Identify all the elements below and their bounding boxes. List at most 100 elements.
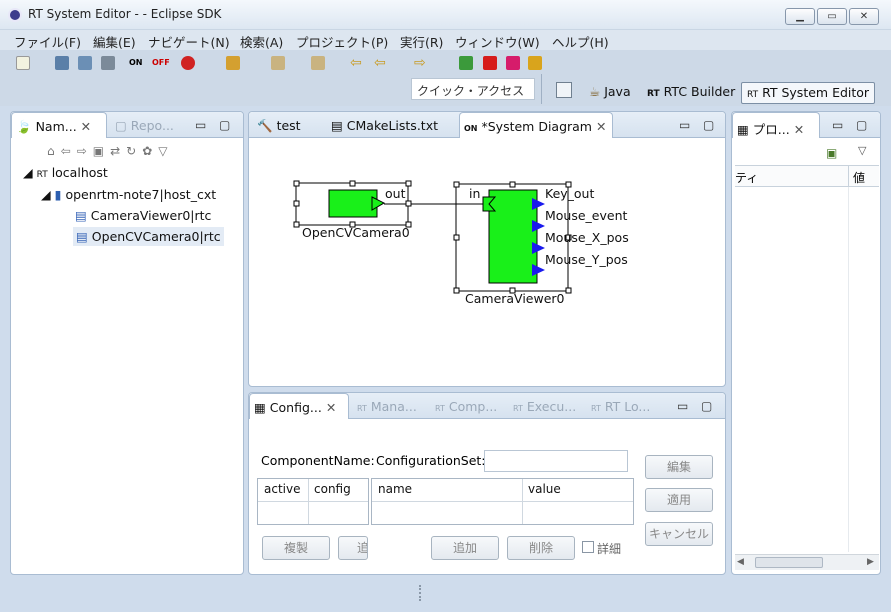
delete-button[interactable]: 削除 [507, 536, 575, 560]
leaf-tool-icon[interactable]: ✿ [142, 144, 158, 158]
stop-icon[interactable] [483, 56, 497, 70]
out-port-key[interactable] [532, 198, 545, 210]
configuration-set-input[interactable] [484, 450, 628, 472]
maximize-button[interactable]: ▭ [817, 8, 847, 25]
minimize-icon[interactable]: ▭ [677, 399, 688, 413]
tab-test[interactable]: 🔨 test [253, 112, 305, 138]
system-diagram-editor: 🔨 test ▤ CMakeLists.txt ON *System Diagr… [248, 111, 726, 387]
menu-run[interactable]: 実行(R) [400, 32, 443, 51]
maximize-icon[interactable]: ▢ [703, 118, 714, 132]
tab-system-diagram[interactable]: ON *System Diagram ✕ [459, 112, 613, 138]
tree-item-opencvcamera[interactable]: ▤ OpenCVCamera0|rtc [73, 227, 224, 246]
close-button[interactable]: ✕ [849, 8, 879, 25]
edit-button[interactable]: 編集 [645, 455, 713, 479]
table-icon: ▦ [254, 400, 266, 415]
tab-rt-log[interactable]: RT RT Lo... [587, 393, 654, 419]
prev-annotation-icon[interactable] [311, 56, 325, 70]
menu-window[interactable]: ウィンドウ(W) [455, 32, 540, 51]
tree-item-cameraviewer[interactable]: ▤ CameraViewer0|rtc [75, 208, 211, 223]
collapse-icon[interactable]: ▣ [93, 144, 110, 158]
quick-access-input[interactable]: クイック・アクセス [411, 78, 535, 100]
perspective-rtc-builder[interactable]: RT RTC Builder [642, 82, 740, 104]
build-icon[interactable] [459, 56, 473, 70]
menu-search[interactable]: 検索(A) [240, 32, 283, 51]
col-value: 値 [853, 171, 866, 185]
tab-component[interactable]: RT Comp... [431, 393, 501, 419]
scroll-thumb[interactable] [755, 557, 823, 568]
tab-name-service[interactable]: 🍃 Nam... ✕ [11, 112, 107, 138]
tree-root-localhost[interactable]: ◢ RT localhost [23, 165, 108, 180]
menu-edit[interactable]: 編集(E) [93, 32, 136, 51]
opencv-component[interactable] [328, 189, 378, 218]
back-icon[interactable]: ⇦ [350, 56, 364, 70]
perspective-java[interactable]: ☕ Java [584, 82, 636, 104]
diagram-canvas[interactable] [249, 138, 727, 386]
on-icon[interactable]: ON [129, 56, 143, 70]
tab-properties[interactable]: ▦ プロ... ✕ [732, 112, 820, 138]
back-history-icon[interactable]: ⇦ [374, 56, 388, 70]
pin-icon[interactable]: ▣ [826, 146, 837, 160]
view-menu-icon[interactable]: ▽ [158, 144, 173, 158]
detail-checkbox[interactable] [582, 541, 594, 553]
refresh-icon[interactable]: ↻ [126, 144, 142, 158]
minimize-icon[interactable]: ▭ [832, 118, 843, 132]
maximize-icon[interactable]: ▢ [219, 118, 230, 132]
cancel-button[interactable]: キャンセル [645, 522, 713, 546]
leaf-icon: 🍃 [16, 119, 32, 134]
settings-gear-icon[interactable] [528, 56, 542, 70]
next-annotation-icon[interactable] [271, 56, 285, 70]
out-port-mouse-event[interactable] [532, 220, 545, 232]
viewer-port-label-0: Key_out [545, 186, 595, 201]
scroll-right-icon[interactable]: ▶ [867, 557, 874, 567]
config-param-table[interactable]: name value [371, 478, 634, 525]
copy-button[interactable]: 複製 [262, 536, 330, 560]
menu-navigate[interactable]: ナビゲート(N) [148, 32, 230, 51]
minimize-icon[interactable]: ▭ [679, 118, 690, 132]
add-left-button[interactable]: 追 [338, 536, 368, 560]
link-icon[interactable]: ⇄ [110, 144, 126, 158]
home-icon[interactable]: ⌂ [47, 144, 61, 158]
back-nav-icon[interactable]: ⇦ [61, 144, 77, 158]
tree-node-host[interactable]: ◢ ▮ openrtm-note7|host_cxt [41, 187, 216, 202]
minimize-button[interactable]: ▁ [785, 8, 815, 25]
off-icon[interactable]: OFF [152, 56, 170, 70]
perspective-rt-system-editor[interactable]: RT RT System Editor [741, 82, 876, 104]
add-button[interactable]: 追加 [431, 536, 499, 560]
status-bar-handle[interactable] [419, 585, 421, 601]
out-port-mouse-x[interactable] [532, 242, 545, 254]
configuration-set-label: ConfigurationSet: [376, 453, 486, 468]
tab-repository[interactable]: ▢ Repo... [111, 112, 191, 138]
print-icon[interactable] [101, 56, 115, 70]
maximize-icon[interactable]: ▢ [856, 118, 867, 132]
view-toolbar: ⌂⇦⇨▣⇄↻✿▽ [47, 144, 237, 160]
run-config-icon[interactable] [181, 56, 195, 70]
viewer-component[interactable] [488, 189, 538, 284]
save-icon[interactable] [55, 56, 69, 70]
rtc-component-icon: ▤ [76, 229, 88, 244]
config-set-table[interactable]: active config [257, 478, 369, 525]
scroll-left-icon[interactable]: ◀ [737, 557, 744, 567]
tab-manager[interactable]: RT Mana... [353, 393, 421, 419]
forward-nav-icon[interactable]: ⇨ [77, 144, 93, 158]
opencv-out-port[interactable] [371, 196, 386, 211]
col-active: active [264, 482, 301, 496]
save-all-icon[interactable] [78, 56, 92, 70]
maximize-icon[interactable]: ▢ [701, 399, 712, 413]
tab-execution[interactable]: RT Execu... [509, 393, 580, 419]
out-port-mouse-y[interactable] [532, 264, 545, 276]
new-icon[interactable] [16, 56, 30, 70]
forward-icon[interactable]: ⇨ [414, 56, 428, 70]
minimize-icon[interactable]: ▭ [195, 118, 206, 132]
rt-tab-icon: RT [591, 404, 601, 413]
tab-configuration[interactable]: ▦ Config... ✕ [249, 393, 349, 419]
tab-cmakelists[interactable]: ▤ CMakeLists.txt [327, 112, 442, 138]
tool-icon[interactable] [226, 56, 240, 70]
horizontal-scrollbar[interactable]: ◀ ▶ [735, 554, 879, 570]
menu-project[interactable]: プロジェクト(P) [296, 32, 388, 51]
open-perspective-icon[interactable] [556, 82, 572, 98]
view-menu-icon[interactable]: ▽ [858, 144, 866, 157]
rtc-icon[interactable] [506, 56, 520, 70]
apply-button[interactable]: 適用 [645, 488, 713, 512]
menu-help[interactable]: ヘルプ(H) [552, 32, 609, 51]
menu-file[interactable]: ファイル(F) [14, 32, 81, 51]
